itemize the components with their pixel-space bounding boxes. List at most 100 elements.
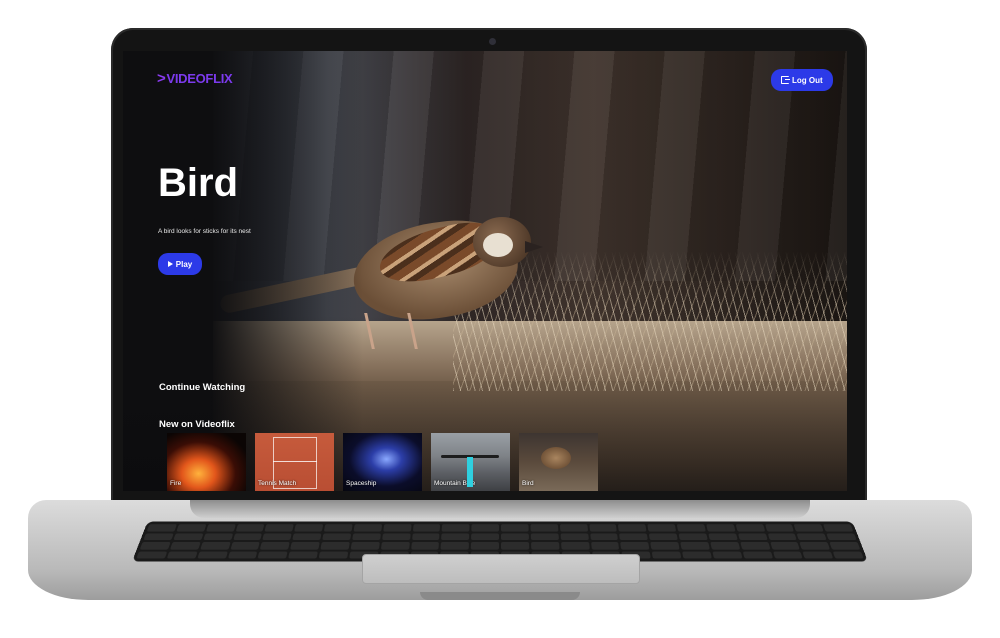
keyboard-key xyxy=(381,532,411,541)
keyboard-key xyxy=(735,524,765,532)
keyboard-key xyxy=(322,532,352,541)
keyboard-key xyxy=(530,541,560,550)
keyboard-key xyxy=(200,541,231,550)
keyboard-key xyxy=(139,541,171,550)
video-tile-label: Mountain Bike xyxy=(434,480,476,487)
chevron-right-icon: > xyxy=(157,70,166,87)
keyboard-key xyxy=(136,551,168,559)
keyboard-key xyxy=(264,524,294,532)
keyboard-key xyxy=(262,532,292,541)
keyboard-key xyxy=(769,541,800,550)
keyboard-key xyxy=(441,532,470,541)
keyboard-key xyxy=(737,532,768,541)
keyboard-key xyxy=(590,541,620,550)
video-tile-label: Bird xyxy=(522,480,534,487)
keyboard-key xyxy=(530,524,559,532)
logout-button[interactable]: Log Out xyxy=(771,69,833,91)
keyboard-key xyxy=(799,541,831,550)
keyboard-key xyxy=(318,551,349,559)
keyboard-key xyxy=(288,551,319,559)
keyboard-key xyxy=(235,524,265,532)
keyboard-key xyxy=(619,532,649,541)
keyboard-key xyxy=(589,532,619,541)
play-label: Play xyxy=(175,259,193,269)
keyboard-key xyxy=(146,524,177,532)
laptop-hinge xyxy=(190,500,810,518)
keyboard-key xyxy=(205,524,236,532)
keyboard-key xyxy=(351,532,381,541)
app-screen: > VIDEOFLIX Log Out Bird A bird looks fo… xyxy=(123,51,847,491)
keyboard-key xyxy=(501,541,530,550)
keyboard-key xyxy=(441,524,470,532)
keyboard-key xyxy=(676,524,706,532)
keyboard-key xyxy=(202,532,233,541)
new-on-videoflix-heading: New on Videoflix xyxy=(159,419,235,430)
keyboard-key xyxy=(712,551,743,559)
hero-description: A bird looks for sticks for its nest xyxy=(158,228,251,235)
keyboard-key xyxy=(560,532,589,541)
keyboard-key xyxy=(230,541,261,550)
bird-legs xyxy=(364,313,418,349)
keyboard-key xyxy=(470,541,499,550)
keyboard-key xyxy=(471,532,500,541)
keyboard-key xyxy=(176,524,207,532)
keyboard-key xyxy=(618,524,647,532)
video-tile-label: Spaceship xyxy=(346,480,377,487)
keyboard-key xyxy=(350,541,380,550)
continue-watching-heading: Continue Watching xyxy=(159,382,246,393)
keyboard-key xyxy=(320,541,350,550)
keyboard-key xyxy=(530,532,559,541)
keyboard-key xyxy=(169,541,201,550)
keyboard-key xyxy=(173,532,204,541)
video-tile-label: Fire xyxy=(170,480,182,487)
keyboard-key xyxy=(829,541,861,550)
keyboard-key xyxy=(826,532,857,541)
bird-beak xyxy=(525,241,543,253)
video-tile-bird[interactable]: Bird xyxy=(519,433,598,491)
keyboard-key xyxy=(793,524,824,532)
keyboard-key xyxy=(832,551,864,559)
keyboard-key xyxy=(412,524,441,532)
keyboard-key xyxy=(143,532,174,541)
video-tile-tennis-match[interactable]: Tennis Match xyxy=(255,433,334,491)
keyboard-key xyxy=(290,541,320,550)
keyboard-key xyxy=(620,541,650,550)
hero-title: Bird xyxy=(158,161,238,205)
keyboard-key xyxy=(260,541,290,550)
keyboard-key xyxy=(680,541,710,550)
keyboard-key xyxy=(588,524,618,532)
video-tile-label: Tennis Match xyxy=(258,480,297,487)
keyboard-key xyxy=(767,532,798,541)
keyboard-key xyxy=(802,551,834,559)
keyboard-key xyxy=(678,532,708,541)
keyboard-key xyxy=(411,532,440,541)
keyboard-key xyxy=(559,524,588,532)
keyboard-key xyxy=(650,541,680,550)
keyboard-key xyxy=(257,551,288,559)
bird-cheek xyxy=(483,233,513,257)
keyboard-key xyxy=(647,524,677,532)
keyboard-key xyxy=(500,532,529,541)
keyboard-key xyxy=(440,541,470,550)
keyboard-key xyxy=(294,524,324,532)
keyboard-key xyxy=(197,551,228,559)
play-icon xyxy=(167,261,173,267)
keyboard-key xyxy=(651,551,682,559)
app-logo[interactable]: > VIDEOFLIX xyxy=(157,70,233,87)
keyboard-key xyxy=(706,524,736,532)
new-on-videoflix-row: Fire Tennis Match Spaceship Mountain Bik… xyxy=(167,433,598,491)
keyboard-key xyxy=(648,532,678,541)
trackpad xyxy=(362,554,640,584)
keyboard-key xyxy=(380,541,410,550)
keyboard-key xyxy=(772,551,803,559)
logout-label: Log Out xyxy=(792,75,823,85)
video-tile-mountain-bike[interactable]: Mountain Bike xyxy=(431,433,510,491)
keyboard-key xyxy=(500,524,529,532)
keyboard-key xyxy=(708,532,738,541)
keyboard-key xyxy=(292,532,322,541)
keyboard-key xyxy=(471,524,500,532)
keyboard-key xyxy=(232,532,263,541)
play-button[interactable]: Play xyxy=(158,253,202,275)
video-tile-spaceship[interactable]: Spaceship xyxy=(343,433,422,491)
video-tile-fire[interactable]: Fire xyxy=(167,433,246,491)
